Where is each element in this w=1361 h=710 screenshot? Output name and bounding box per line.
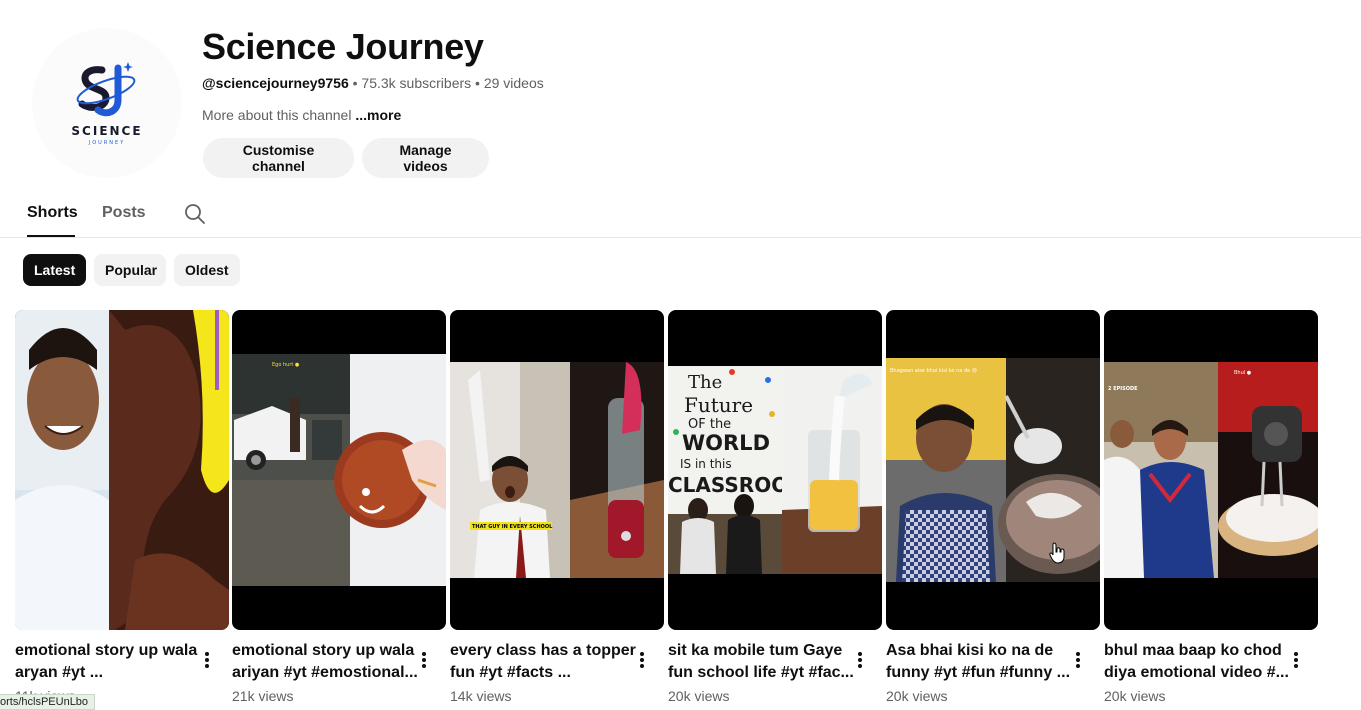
thumb-caption: THAT GUY IN EVERY SCHOOL: [472, 524, 553, 530]
meta-separator: •: [475, 75, 480, 91]
short-title[interactable]: emotional story up wala ariyan #yt #emos…: [232, 640, 418, 684]
subscriber-count: 75.3k subscribers: [361, 75, 472, 91]
thumb-caption: The: [688, 372, 722, 393]
short-title[interactable]: every class has a topper fun #yt #facts …: [450, 640, 636, 684]
thumbnail-image: The Future OF the WORLD IS in this CLASS…: [668, 366, 882, 574]
thumb-caption: Bhagwan aise bhai kisi ko na de 😢: [890, 368, 977, 374]
short-title-line: every class has a topper: [450, 642, 636, 659]
short-title-line: diya emotional video #...: [1104, 664, 1289, 681]
customise-channel-button[interactable]: Customise channel: [203, 138, 354, 178]
thumb-caption: Future: [684, 393, 753, 417]
channel-about[interactable]: More about this channel ...more: [202, 107, 401, 123]
short-title-line: ariyan #yt #emostional...: [232, 664, 418, 681]
short-title-line: bhul maa baap ko chod: [1104, 642, 1282, 659]
short-title[interactable]: bhul maa baap ko chod diya emotional vid…: [1104, 640, 1290, 684]
more-options-icon[interactable]: [636, 650, 648, 670]
short-views: 20k views: [668, 688, 730, 704]
short-title[interactable]: Asa bhai kisi ko na de funny #yt #fun #f…: [886, 640, 1072, 684]
active-tab-indicator: [27, 235, 75, 237]
channel-avatar[interactable]: SCIENCE JOURNEY: [32, 28, 182, 178]
thumb-caption: 2 EPISODE: [1108, 386, 1138, 392]
short-thumbnail[interactable]: The Future OF the WORLD IS in this CLASS…: [668, 310, 882, 630]
chip-latest[interactable]: Latest: [23, 254, 86, 286]
thumbnail-image: THAT GUY IN EVERY SCHOOL: [450, 362, 664, 578]
short-thumbnail[interactable]: Ego hurt ●: [232, 310, 446, 630]
short-title-line: Asa bhai kisi ko na de: [886, 642, 1054, 659]
more-options-icon[interactable]: [418, 650, 430, 670]
short-title[interactable]: sit ka mobile tum Gaye fun school life #…: [668, 640, 854, 684]
tab-posts[interactable]: Posts: [102, 204, 146, 222]
channel-header: SCIENCE JOURNEY Science Journey @science…: [0, 0, 1361, 190]
thumbnail-image: [15, 310, 229, 630]
video-count: 29 videos: [483, 75, 544, 91]
thumb-caption: OF the: [688, 417, 731, 432]
thumbnail-image: Ego hurt ●: [232, 354, 446, 586]
short-title-line: emotional story up wala: [232, 642, 415, 659]
short-views: 20k views: [886, 688, 948, 704]
thumb-caption: IS in this: [680, 457, 732, 471]
logo-subtitle: JOURNEY: [88, 140, 126, 146]
short-card[interactable]: emotional story up wala aryan #yt ... 11…: [15, 310, 229, 704]
short-title-line: sit ka mobile tum Gaye: [668, 642, 843, 659]
short-title-line: aryan #yt ...: [15, 664, 104, 681]
more-options-icon[interactable]: [854, 650, 866, 670]
short-title-line: fun #yt #facts ...: [450, 664, 571, 681]
meta-separator: •: [352, 75, 358, 91]
science-journey-logo-icon: [76, 62, 136, 117]
status-bar-url: orts/hclsPEUnLbo: [0, 694, 96, 710]
short-card[interactable]: Bhagwan aise bhai kisi ko na de 😢 Asa bh…: [886, 310, 1100, 704]
short-card[interactable]: 2 EPISODE Bhul ● bhul maa baap ko chod d…: [1104, 310, 1318, 704]
short-card[interactable]: The Future OF the WORLD IS in this CLASS…: [668, 310, 882, 704]
more-options-icon[interactable]: [1072, 650, 1084, 670]
short-title-line: emotional story up wala: [15, 642, 198, 659]
channel-handle: @sciencejourney9756: [202, 75, 349, 91]
logo-wordmark: SCIENCE: [71, 124, 143, 138]
chip-oldest[interactable]: Oldest: [174, 254, 240, 286]
short-views: 21k views: [232, 688, 294, 704]
channel-meta: @sciencejourney9756 • 75.3k subscribers …: [202, 75, 544, 91]
more-link[interactable]: ...more: [355, 107, 401, 123]
short-views: 20k views: [1104, 688, 1166, 704]
short-thumbnail[interactable]: 2 EPISODE Bhul ●: [1104, 310, 1318, 630]
channel-title: Science Journey: [202, 26, 484, 67]
thumbnail-image: Bhagwan aise bhai kisi ko na de 😢: [886, 358, 1100, 582]
search-icon[interactable]: [183, 202, 207, 226]
chip-popular[interactable]: Popular: [94, 254, 166, 286]
tab-shorts[interactable]: Shorts: [27, 204, 78, 222]
thumb-caption: Bhul ●: [1234, 370, 1252, 376]
short-card[interactable]: THAT GUY IN EVERY SCHOOL every class has…: [450, 310, 664, 704]
more-options-icon[interactable]: [1290, 650, 1302, 670]
thumb-caption: Ego hurt ●: [272, 362, 300, 368]
channel-tabs: Shorts Posts: [0, 190, 1361, 238]
short-card[interactable]: Ego hurt ● emotional story up wala ariya…: [232, 310, 446, 704]
short-thumbnail[interactable]: [15, 310, 229, 630]
short-title[interactable]: emotional story up wala aryan #yt ...: [15, 640, 201, 684]
manage-videos-button[interactable]: Manage videos: [362, 138, 489, 178]
hand-cursor-icon: [1049, 542, 1065, 564]
short-title-line: fun school life #yt #fac...: [668, 664, 854, 681]
short-thumbnail[interactable]: THAT GUY IN EVERY SCHOOL: [450, 310, 664, 630]
thumb-caption: WORLD: [682, 431, 770, 455]
short-title-line: funny #yt #fun #funny ...: [886, 664, 1071, 681]
more-options-icon[interactable]: [201, 650, 213, 670]
about-text: More about this channel: [202, 107, 352, 123]
short-thumbnail[interactable]: Bhagwan aise bhai kisi ko na de 😢: [886, 310, 1100, 630]
short-views: 14k views: [450, 688, 512, 704]
thumbnail-image: 2 EPISODE Bhul ●: [1104, 362, 1318, 578]
